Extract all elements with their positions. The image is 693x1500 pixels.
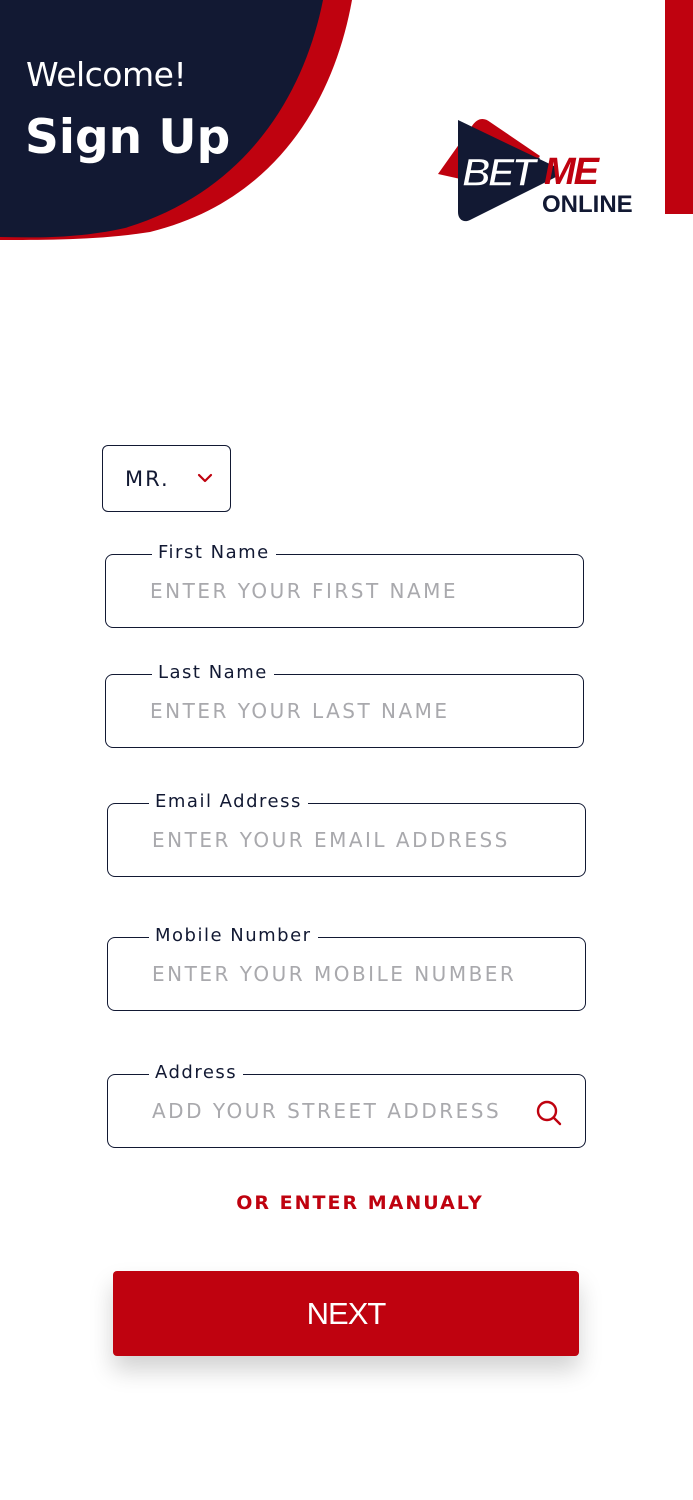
page-title: Sign Up	[25, 110, 231, 165]
mobile-input[interactable]	[152, 938, 532, 1010]
search-icon[interactable]	[535, 1099, 563, 1127]
betme-online-logo: BET ME ONLINE	[438, 118, 633, 222]
accent-stripe	[665, 0, 693, 214]
logo-bet: BET	[462, 151, 540, 195]
logo-online: ONLINE	[542, 191, 633, 218]
address-field: Address	[107, 1061, 586, 1148]
last-name-input[interactable]	[150, 675, 530, 747]
last-name-field: Last Name	[105, 661, 584, 748]
welcome-text: Welcome!	[26, 55, 187, 94]
enter-manually-link[interactable]: OR ENTER MANUALY	[0, 1192, 693, 1214]
email-field: Email Address	[107, 790, 586, 877]
email-input[interactable]	[152, 804, 532, 876]
next-button[interactable]: NEXT	[113, 1271, 579, 1356]
first-name-field: First Name	[105, 541, 584, 628]
chevron-down-icon	[197, 473, 213, 483]
title-select-value: MR.	[125, 466, 170, 491]
first-name-input[interactable]	[150, 555, 530, 627]
logo-me: ME	[544, 151, 601, 193]
title-select[interactable]: MR.	[102, 445, 231, 512]
address-input[interactable]	[152, 1075, 512, 1147]
mobile-field: Mobile Number	[107, 924, 586, 1011]
